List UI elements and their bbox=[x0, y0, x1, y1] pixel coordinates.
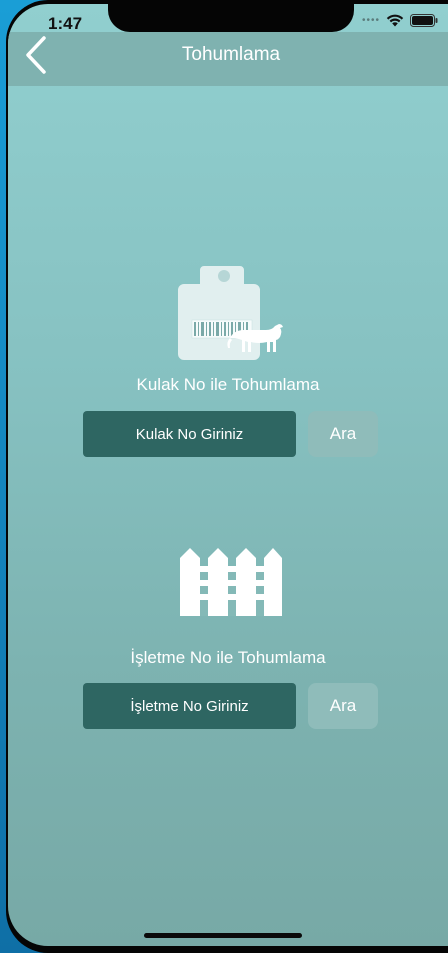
signal-icon: •••• bbox=[361, 15, 380, 26]
ear-tag-cow-icon bbox=[178, 262, 288, 370]
fence-icon bbox=[178, 546, 284, 618]
wifi-icon bbox=[386, 14, 404, 27]
home-indicator[interactable] bbox=[144, 933, 302, 938]
navigation-bar: Tohumlama bbox=[8, 32, 448, 86]
status-icons: •••• bbox=[362, 14, 438, 27]
farm-section-title: İşletme No ile Tohumlama bbox=[130, 648, 326, 667]
farm-no-input-button[interactable]: İşletme No Giriniz bbox=[83, 683, 296, 729]
camera-notch bbox=[108, 4, 354, 32]
ear-search-button[interactable]: Ara bbox=[308, 411, 378, 457]
app-screen: 1:47 •••• Tohumlama Kulak No ile Tohumla… bbox=[8, 4, 448, 946]
ear-no-input-button[interactable]: Kulak No Giriniz bbox=[83, 411, 296, 457]
page-title: Tohumlama bbox=[181, 44, 281, 65]
farm-search-button[interactable]: Ara bbox=[308, 683, 378, 729]
status-time: 1:47 bbox=[48, 14, 83, 33]
battery-icon bbox=[410, 14, 438, 27]
ear-section-title: Kulak No ile Tohumlama bbox=[136, 375, 320, 394]
